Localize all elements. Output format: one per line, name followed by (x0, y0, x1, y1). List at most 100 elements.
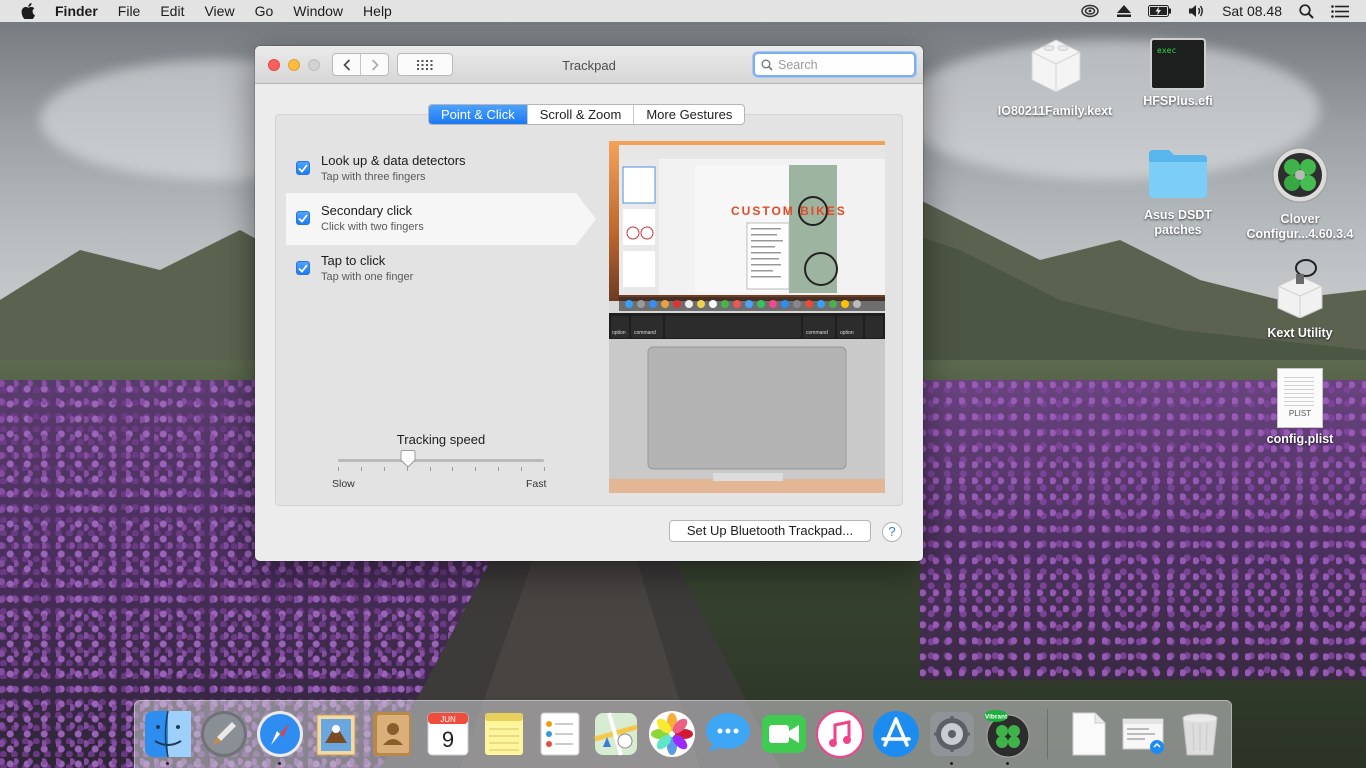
search-icon (761, 59, 773, 71)
volume-icon[interactable] (1189, 4, 1205, 18)
dock-safari-icon[interactable] (255, 709, 305, 759)
dock-app-store-icon[interactable] (871, 709, 921, 759)
tab-bar: Point & Click Scroll & Zoom More Gesture… (428, 104, 746, 125)
look-up-checkbox[interactable] (296, 161, 310, 175)
help-button[interactable]: ? (882, 522, 902, 542)
slider-tick (521, 467, 523, 471)
search-field[interactable] (753, 52, 916, 77)
dock-contacts-icon[interactable] (367, 709, 417, 759)
preview-key-label: option (840, 330, 854, 336)
slider-tick (383, 467, 385, 471)
search-input[interactable] (778, 57, 908, 72)
tracking-speed-slider[interactable] (338, 459, 544, 462)
dock-mail-icon[interactable] (311, 709, 361, 759)
desktop-icon-asus-dsdt-patches[interactable]: Asus DSDT patches (1118, 146, 1238, 238)
tab-more-gestures[interactable]: More Gestures (634, 105, 744, 124)
trackpad-preferences-window: Trackpad Point & Click Scroll & Zoom Mor… (255, 46, 923, 561)
notification-center-icon[interactable] (1331, 4, 1349, 18)
menu-go[interactable]: Go (255, 3, 274, 19)
option-subtitle: Tap with one finger (321, 271, 414, 283)
kext-utility-icon (1240, 256, 1360, 322)
option-secondary-click[interactable]: Secondary click Click with two fingers (286, 193, 596, 245)
slider-tick (475, 467, 477, 471)
menu-window[interactable]: Window (293, 3, 343, 19)
checkmark-icon (298, 263, 308, 273)
exec-badge: exec (1157, 46, 1177, 55)
eject-icon[interactable] (1117, 5, 1132, 17)
spotlight-search-icon[interactable] (1299, 3, 1314, 19)
tap-to-click-checkbox[interactable] (296, 261, 310, 275)
dock-clover-vibrant-icon[interactable]: Vibrant (983, 709, 1033, 759)
option-title: Secondary click (321, 203, 413, 218)
running-indicator (950, 762, 953, 765)
apple-menu-icon[interactable] (19, 2, 37, 20)
tab-scroll-and-zoom[interactable]: Scroll & Zoom (528, 105, 635, 124)
plist-icon: PLIST (1277, 368, 1323, 428)
fast-label: Fast (526, 478, 547, 490)
dock-facetime-icon[interactable] (759, 709, 809, 759)
folder-icon (1118, 146, 1238, 204)
dock-documents-stack-icon[interactable] (1063, 709, 1113, 759)
clover-icon (1240, 146, 1360, 208)
gesture-preview-video: CUSTOM BIKES option command command opti… (609, 141, 885, 493)
dock: JUN 9 Vibrant (134, 700, 1232, 768)
option-tap-to-click[interactable]: Tap to click Tap with one finger (286, 243, 576, 295)
desktop-icon-config-plist[interactable]: PLIST config.plist (1240, 368, 1360, 447)
preview-key-label: command (634, 330, 656, 336)
wifi-icon[interactable] (1080, 4, 1100, 18)
dock-notes-icon[interactable] (479, 709, 529, 759)
window-titlebar: Trackpad (255, 46, 923, 84)
preview-key-label: command (806, 330, 828, 336)
desktop-icon-kext-utility[interactable]: Kext Utility (1240, 256, 1360, 341)
running-indicator (278, 762, 281, 765)
menubar-clock[interactable]: Sat 08.48 (1222, 3, 1282, 19)
dock-finder-icon[interactable] (143, 709, 193, 759)
option-title: Look up & data detectors (321, 153, 466, 168)
dock-downloads-stack-icon[interactable] (1119, 709, 1169, 759)
menu-view[interactable]: View (204, 3, 234, 19)
desktop-icon-io80211family-kext[interactable]: IO80211Family.kext (996, 36, 1116, 119)
option-title: Tap to click (321, 253, 386, 268)
desktop-icon-clover-configurator[interactable]: Clover Configur...4.60.3.4 (1240, 146, 1360, 242)
dock-system-preferences-icon[interactable] (927, 709, 977, 759)
exec-icon: exec (1150, 38, 1206, 90)
settings-panel: Look up & data detectors Tap with three … (275, 114, 903, 506)
menu-file[interactable]: File (118, 3, 141, 19)
menu-app-finder[interactable]: Finder (55, 3, 98, 19)
running-indicator (166, 762, 169, 765)
kext-icon (996, 36, 1116, 100)
desktop-icon-label: Kext Utility (1267, 326, 1333, 340)
desktop-icon-label: Clover Configur...4.60.3.4 (1246, 212, 1354, 241)
dock-trash-icon[interactable] (1175, 709, 1225, 759)
option-look-up[interactable]: Look up & data detectors Tap with three … (286, 143, 576, 195)
dock-maps-icon[interactable] (591, 709, 641, 759)
desktop-icon-hfsplus-efi[interactable]: exec HFSPlus.efi (1118, 36, 1238, 109)
dock-launchpad-icon[interactable] (199, 709, 249, 759)
checkmark-icon (298, 163, 308, 173)
desktop-icon-label: config.plist (1266, 432, 1334, 446)
slider-tick (429, 467, 431, 471)
dock-itunes-icon[interactable] (815, 709, 865, 759)
dock-reminders-icon[interactable] (535, 709, 585, 759)
menu-edit[interactable]: Edit (160, 3, 184, 19)
slider-tick (498, 467, 500, 471)
menu-bar: Finder File Edit View Go Window Help Sat… (0, 0, 1366, 22)
battery-icon[interactable] (1148, 5, 1172, 17)
secondary-click-checkbox[interactable] (296, 211, 310, 225)
slow-label: Slow (332, 478, 355, 490)
calendar-day: 9 (442, 727, 454, 752)
tracking-speed-label: Tracking speed (396, 432, 486, 447)
preview-headline: CUSTOM BIKES (731, 204, 847, 218)
plist-badge: PLIST (1288, 409, 1312, 418)
dock-calendar-icon[interactable]: JUN 9 (423, 709, 473, 759)
dock-photos-icon[interactable] (647, 709, 697, 759)
menu-help[interactable]: Help (363, 3, 392, 19)
slider-tick (544, 467, 545, 471)
slider-tick (452, 467, 454, 471)
tab-point-and-click[interactable]: Point & Click (429, 105, 528, 124)
calendar-month: JUN (440, 715, 456, 724)
slider-thumb[interactable] (399, 450, 417, 468)
dock-separator (1047, 709, 1048, 759)
dock-messages-icon[interactable] (703, 709, 753, 759)
setup-bluetooth-trackpad-button[interactable]: Set Up Bluetooth Trackpad... (669, 520, 871, 542)
